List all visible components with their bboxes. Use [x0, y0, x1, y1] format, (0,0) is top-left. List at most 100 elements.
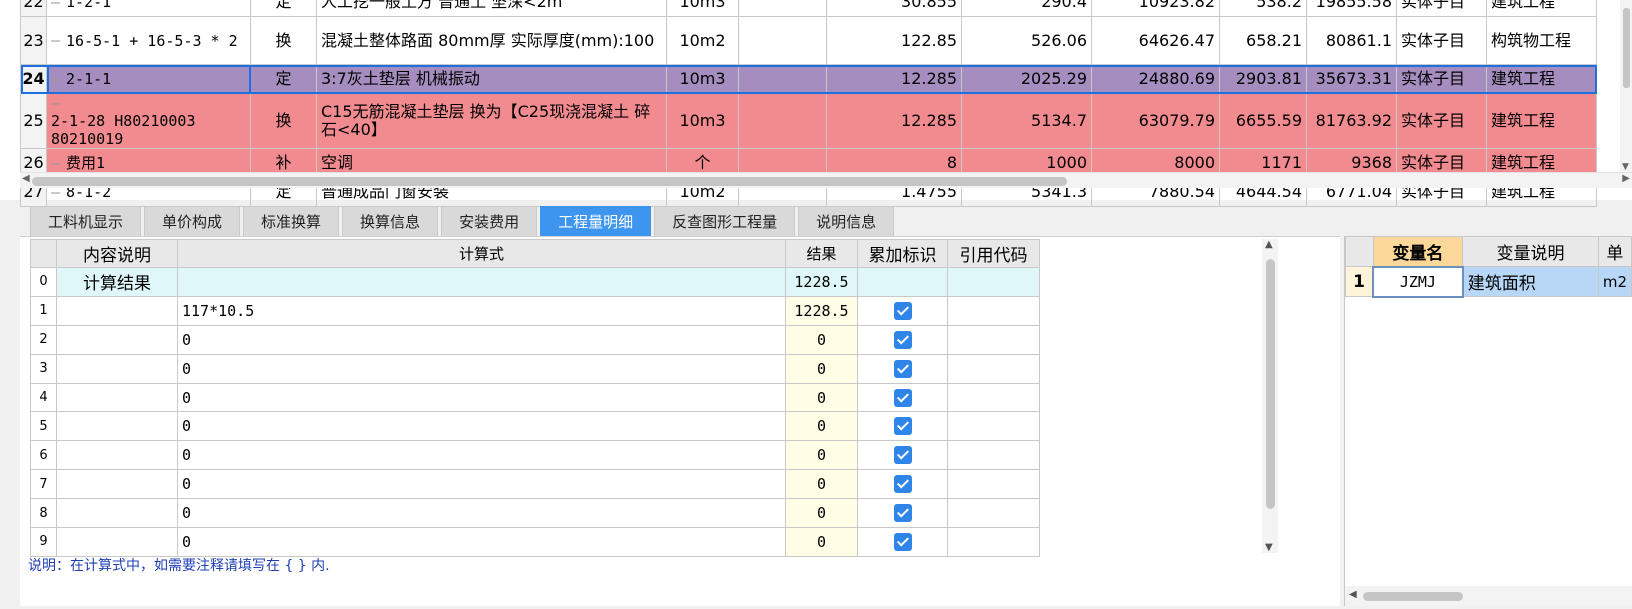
- unit-cell[interactable]: 10m3: [666, 64, 739, 94]
- formula-cell[interactable]: 0: [177, 382, 786, 413]
- quantity-cell[interactable]: 12.285: [826, 93, 962, 149]
- variable-row[interactable]: 1 JZMJ 建筑面积 m2: [1345, 265, 1632, 298]
- type-cell[interactable]: 定: [250, 0, 317, 17]
- formula-cell[interactable]: [177, 267, 786, 297]
- description-cell[interactable]: [56, 411, 178, 442]
- tab-1[interactable]: 工料机显示: [30, 206, 142, 236]
- tab-3[interactable]: 标准换算: [243, 206, 340, 236]
- ref-code-cell[interactable]: [947, 324, 1040, 355]
- quantity-cell[interactable]: 122.85: [826, 16, 962, 65]
- price2-cell[interactable]: 6655.59: [1219, 93, 1307, 149]
- tab-7[interactable]: 反查图形工程量: [654, 206, 796, 236]
- price2-cell[interactable]: 538.2: [1219, 0, 1307, 17]
- name-cell[interactable]: 3:7灰土垫层 机械振动: [316, 64, 667, 94]
- header-description[interactable]: 内容说明: [56, 239, 178, 268]
- scroll-left-arrow-icon[interactable]: ◀: [1349, 589, 1357, 600]
- tab-4[interactable]: 换算信息: [342, 206, 439, 236]
- type-cell[interactable]: 换: [250, 16, 317, 65]
- code-cell[interactable]: —2-1-28 H80210003 80210019: [46, 93, 251, 149]
- kind-cell[interactable]: 实体子目: [1396, 64, 1487, 94]
- quantity-cell[interactable]: 30.855: [826, 0, 962, 17]
- unit-cell[interactable]: 10m3: [666, 93, 739, 149]
- accumulate-checkbox[interactable]: [893, 330, 912, 349]
- price2-cell[interactable]: 658.21: [1219, 16, 1307, 65]
- description-cell[interactable]: 计算结果: [56, 267, 178, 297]
- accumulate-cell[interactable]: [857, 527, 948, 557]
- ref-code-cell[interactable]: [947, 527, 1040, 557]
- description-cell[interactable]: [56, 382, 178, 413]
- detail-row[interactable]: 2 00: [30, 324, 1040, 355]
- scroll-down-arrow-icon[interactable]: ▼: [1265, 542, 1273, 553]
- detail-row[interactable]: 4 00: [30, 382, 1040, 413]
- accumulate-cell[interactable]: [857, 469, 948, 500]
- code-cell[interactable]: — 2-1-1: [46, 64, 251, 94]
- accumulate-checkbox[interactable]: [893, 475, 912, 494]
- price2-cell[interactable]: 2903.81: [1219, 64, 1307, 94]
- scroll-right-arrow-icon[interactable]: ▶: [1622, 173, 1630, 184]
- formula-cell[interactable]: 0: [177, 353, 786, 384]
- description-cell[interactable]: [56, 295, 178, 326]
- scroll-left-arrow-icon[interactable]: ◀: [22, 173, 30, 184]
- code-cell[interactable]: — 1-2-1: [46, 0, 251, 17]
- scroll-thumb[interactable]: [1266, 259, 1275, 509]
- accumulate-cell[interactable]: [857, 498, 948, 529]
- amount-cell[interactable]: 63079.79: [1091, 93, 1220, 149]
- row-number[interactable]: 24: [20, 64, 47, 94]
- name-cell[interactable]: 人工挖一般土方 普通土 坚深<2m: [316, 0, 667, 17]
- quota-row[interactable]: 23— 16-5-1 + 16-5-3 * 2 换混凝土整体路面 80mm厚 实际厚…: [20, 16, 1597, 65]
- unit-cell[interactable]: 10m2: [666, 16, 739, 65]
- amount-cell[interactable]: 64626.47: [1091, 16, 1220, 65]
- tab-2[interactable]: 单价构成: [144, 206, 241, 236]
- accumulate-cell[interactable]: [857, 382, 948, 413]
- description-cell[interactable]: [56, 527, 178, 557]
- detail-row[interactable]: 3 00: [30, 353, 1040, 384]
- accumulate-cell[interactable]: [857, 295, 948, 326]
- major-cell[interactable]: 建筑工程: [1486, 93, 1597, 149]
- accumulate-checkbox[interactable]: [893, 417, 912, 436]
- accumulate-cell[interactable]: [857, 353, 948, 384]
- description-cell[interactable]: [56, 498, 178, 529]
- var-desc-cell[interactable]: 建筑面积: [1462, 266, 1599, 297]
- price-cell[interactable]: 2025.29: [961, 64, 1092, 94]
- ref-code-cell[interactable]: [947, 295, 1040, 326]
- formula-cell[interactable]: 0: [177, 498, 786, 529]
- price-cell[interactable]: 5134.7: [961, 93, 1092, 149]
- major-cell[interactable]: 构筑物工程: [1486, 16, 1597, 65]
- tab-8[interactable]: 说明信息: [798, 206, 895, 236]
- tab-6[interactable]: 工程量明细: [540, 206, 652, 236]
- ref-code-cell[interactable]: [947, 267, 1040, 297]
- formula-cell[interactable]: 117*10.5: [177, 295, 786, 326]
- formula-cell[interactable]: 0: [177, 527, 786, 557]
- formula-cell[interactable]: 0: [177, 411, 786, 442]
- type-cell[interactable]: 换: [250, 93, 317, 149]
- variable-horizontal-scrollbar[interactable]: ◀: [1345, 586, 1632, 606]
- price-cell[interactable]: 290.4: [961, 0, 1092, 17]
- amount2-cell[interactable]: 80861.1: [1306, 16, 1397, 65]
- accumulate-cell[interactable]: [857, 267, 948, 297]
- quota-row[interactable]: 22 — 1-2-1 定人工挖一般土方 普通土 坚深<2m 10m3 30.855 290.…: [20, 0, 1597, 17]
- unit-cell[interactable]: 10m3: [666, 0, 739, 17]
- detail-row[interactable]: 5 00: [30, 411, 1040, 442]
- accumulate-checkbox[interactable]: [893, 532, 912, 551]
- kind-cell[interactable]: 实体子目: [1396, 93, 1487, 149]
- formula-cell[interactable]: 0: [177, 469, 786, 500]
- var-header-desc[interactable]: 变量说明: [1462, 236, 1599, 267]
- ref-code-cell[interactable]: [947, 440, 1040, 471]
- detail-row[interactable]: 7 00: [30, 469, 1040, 500]
- name-cell[interactable]: C15无筋混凝土垫层 换为【C25现浇混凝土 碎石<40】: [316, 93, 667, 149]
- formula-cell[interactable]: 0: [177, 440, 786, 471]
- scroll-down-arrow-icon[interactable]: ▼: [1622, 162, 1629, 172]
- description-cell[interactable]: [56, 324, 178, 355]
- accumulate-cell[interactable]: [857, 440, 948, 471]
- header-result[interactable]: 结果: [785, 239, 858, 268]
- detail-row[interactable]: 6 00: [30, 440, 1040, 471]
- description-cell[interactable]: [56, 469, 178, 500]
- detail-row[interactable]: 9 00: [30, 527, 1040, 557]
- scroll-thumb[interactable]: [1623, 8, 1630, 88]
- accumulate-cell[interactable]: [857, 324, 948, 355]
- result-row[interactable]: 0 计算结果 1228.5: [30, 267, 1040, 297]
- scroll-thumb[interactable]: [1363, 592, 1463, 601]
- accumulate-checkbox[interactable]: [893, 388, 912, 407]
- price-cell[interactable]: 526.06: [961, 16, 1092, 65]
- blank-cell[interactable]: [738, 0, 827, 17]
